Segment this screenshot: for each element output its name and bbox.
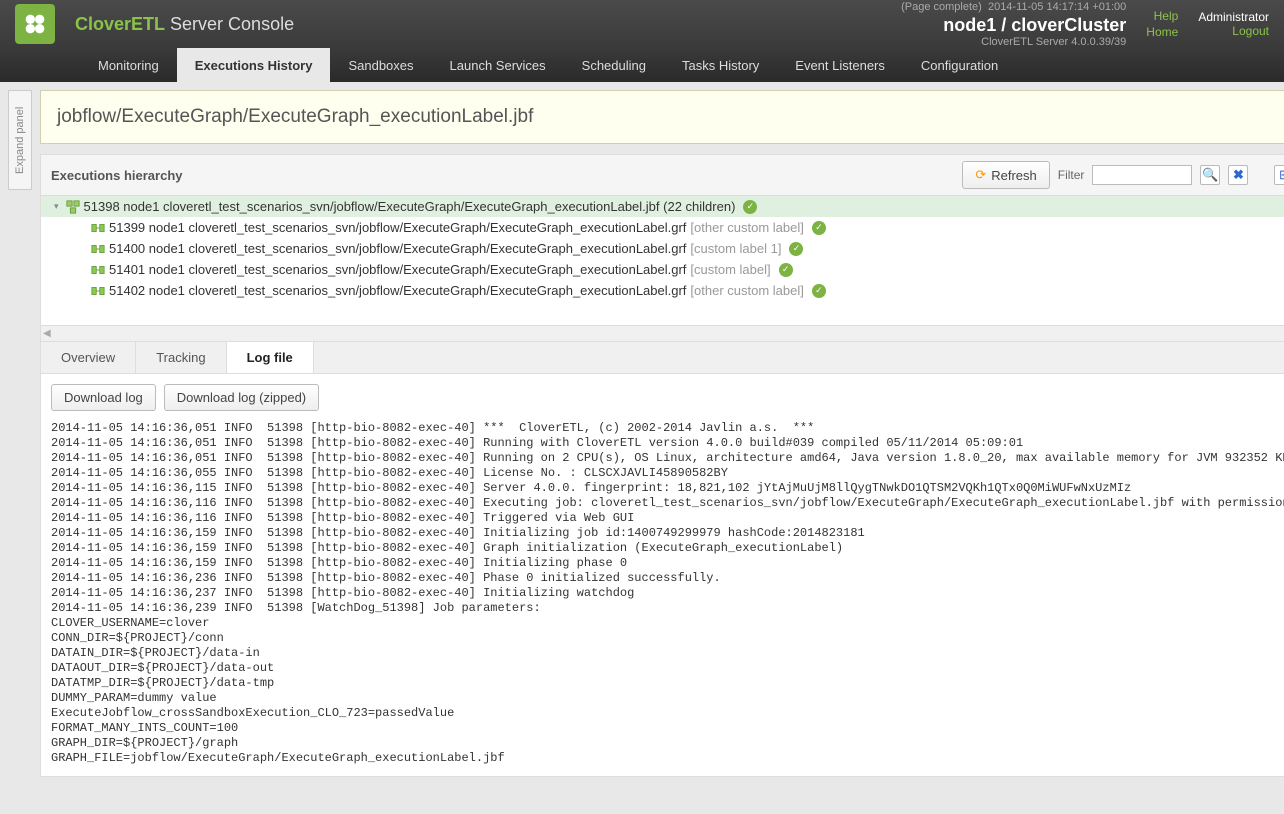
graph-icon	[91, 284, 105, 298]
logout-link[interactable]: Logout	[1198, 24, 1269, 38]
tree-row-extra: [other custom label]	[690, 220, 803, 235]
refresh-button[interactable]: ⟳ Refresh	[962, 161, 1049, 189]
help-link[interactable]: Help	[1146, 9, 1178, 23]
jobflow-icon	[66, 200, 80, 214]
tree-row-extra: [custom label 1]	[690, 241, 781, 256]
nav-item-launch-services[interactable]: Launch Services	[432, 48, 564, 82]
graph-icon	[91, 221, 105, 235]
nav-item-monitoring[interactable]: Monitoring	[80, 48, 177, 82]
logo[interactable]	[15, 4, 55, 44]
header: CloverETL Server Console (Page complete)…	[0, 0, 1284, 48]
nav-item-configuration[interactable]: Configuration	[903, 48, 1016, 82]
tab-log-file[interactable]: Log file	[227, 342, 314, 373]
clear-filter-button[interactable]: ✖	[1228, 165, 1248, 185]
nav-item-sandboxes[interactable]: Sandboxes	[330, 48, 431, 82]
executions-tree[interactable]: ▾ 51398 node1 cloveretl_test_scenarios_s…	[40, 196, 1284, 326]
detail-title: jobflow/ExecuteGraph/ExecuteGraph_execut…	[57, 106, 533, 128]
tree-row[interactable]: 51402 node1 cloveretl_test_scenarios_svn…	[41, 280, 1284, 301]
nav-item-event-listeners[interactable]: Event Listeners	[777, 48, 903, 82]
tree-row[interactable]: 51399 node1 cloveretl_test_scenarios_svn…	[41, 217, 1284, 238]
nav-item-executions-history[interactable]: Executions History	[177, 48, 331, 82]
filter-label: Filter	[1058, 168, 1085, 182]
status-ok-icon: ✓	[779, 263, 793, 277]
status-ok-icon: ✓	[812, 284, 826, 298]
tab-tracking[interactable]: Tracking	[136, 342, 226, 373]
x-icon: ✖	[1233, 167, 1244, 183]
collapse-toggle-icon[interactable]: ▾	[51, 201, 62, 212]
tree-row-extra: [custom label]	[690, 262, 770, 277]
hierarchy-toolbar: Executions hierarchy ⟳ Refresh Filter 🔍 …	[40, 154, 1284, 196]
header-user: Administrator Logout	[1198, 10, 1269, 38]
nav-item-tasks-history[interactable]: Tasks History	[664, 48, 777, 82]
search-button[interactable]: 🔍	[1200, 165, 1220, 185]
brand-title: CloverETL Server Console	[75, 14, 294, 35]
detail-tabs: OverviewTrackingLog file	[40, 342, 1284, 374]
tree-root-row[interactable]: ▾ 51398 node1 cloveretl_test_scenarios_s…	[41, 196, 1284, 217]
refresh-icon: ⟳	[975, 167, 986, 183]
graph-icon	[91, 242, 105, 256]
detail-header: jobflow/ExecuteGraph/ExecuteGraph_execut…	[40, 90, 1284, 144]
status-ok-icon: ✓	[812, 221, 826, 235]
tree-row[interactable]: 51400 node1 cloveretl_test_scenarios_svn…	[41, 238, 1284, 259]
plus-icon: ⊞	[1279, 167, 1284, 183]
header-info: (Page complete) 2014-11-05 14:17:14 +01:…	[901, 1, 1126, 48]
expand-all-button[interactable]: ⊞	[1274, 165, 1284, 185]
main-nav: MonitoringExecutions HistorySandboxesLau…	[0, 48, 1284, 82]
user-label: Administrator	[1198, 10, 1269, 24]
tree-row-text: 51401 node1 cloveretl_test_scenarios_svn…	[109, 262, 686, 277]
nav-item-scheduling[interactable]: Scheduling	[564, 48, 664, 82]
hierarchy-label: Executions hierarchy	[51, 168, 183, 183]
tree-row-text: 51400 node1 cloveretl_test_scenarios_svn…	[109, 241, 686, 256]
tree-hscroll[interactable]: ◀▶	[40, 326, 1284, 342]
home-link[interactable]: Home	[1146, 25, 1178, 39]
tree-root-text: 51398 node1 cloveretl_test_scenarios_svn…	[84, 199, 736, 214]
tree-row-extra: [other custom label]	[690, 283, 803, 298]
status-ok-icon: ✓	[743, 200, 757, 214]
filter-input[interactable]	[1092, 165, 1192, 185]
tree-row-text: 51399 node1 cloveretl_test_scenarios_svn…	[109, 220, 686, 235]
log-content: 2014-11-05 14:16:36,051 INFO 51398 [http…	[51, 421, 1284, 766]
download-log-button[interactable]: Download log	[51, 384, 156, 411]
graph-icon	[91, 263, 105, 277]
node-name: node1 / cloverCluster	[901, 15, 1126, 36]
log-file-panel: Download log Download log (zipped) 2014-…	[40, 374, 1284, 777]
tree-row-text: 51402 node1 cloveretl_test_scenarios_svn…	[109, 283, 686, 298]
expand-panel-toggle[interactable]: Expand panel	[8, 90, 32, 190]
tree-row[interactable]: 51401 node1 cloveretl_test_scenarios_svn…	[41, 259, 1284, 280]
status-ok-icon: ✓	[789, 242, 803, 256]
download-log-zipped-button[interactable]: Download log (zipped)	[164, 384, 319, 411]
clover-icon	[21, 10, 49, 38]
search-icon: 🔍	[1202, 167, 1218, 183]
tab-overview[interactable]: Overview	[41, 342, 136, 373]
header-links: Help Home	[1146, 7, 1178, 41]
